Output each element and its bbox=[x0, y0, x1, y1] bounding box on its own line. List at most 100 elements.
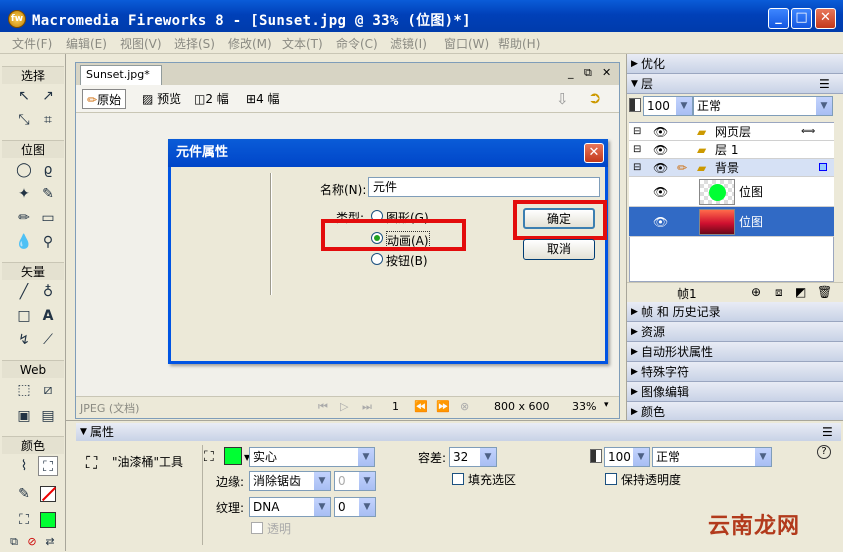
export-arrow-icon[interactable]: ⇩ bbox=[556, 90, 569, 108]
collapse-toggle-icon[interactable]: ⊟ bbox=[633, 123, 641, 141]
eye-visibility-icon[interactable]: 👁 bbox=[653, 213, 668, 231]
eye-visibility-icon[interactable]: 👁 bbox=[653, 141, 668, 159]
preserve-transparency-checkbox[interactable] bbox=[605, 473, 617, 485]
fireworks-app-icon[interactable]: fw bbox=[8, 10, 26, 28]
minimize-button[interactable]: _ bbox=[768, 8, 789, 29]
stop-icon[interactable]: ⊗ bbox=[460, 400, 469, 413]
cancel-button[interactable]: 取消 bbox=[523, 239, 595, 260]
lasso-tool-icon[interactable]: ϱ bbox=[38, 160, 58, 180]
maximize-button[interactable]: □ bbox=[791, 8, 812, 29]
prev-frame-icon[interactable]: ⏪ bbox=[414, 400, 428, 413]
help-icon[interactable]: ? bbox=[817, 445, 831, 459]
eye-visibility-icon[interactable]: 👁 bbox=[653, 123, 668, 141]
pointer-tool-icon[interactable]: ↖ bbox=[14, 86, 34, 106]
fill-color-icon[interactable]: ⛶ bbox=[14, 510, 34, 530]
layer-row-layer1[interactable]: ⊟ 👁 ▰ 层 1 bbox=[629, 141, 834, 159]
eye-visibility-icon[interactable]: 👁 bbox=[653, 183, 668, 201]
hotspot-tool-icon[interactable]: ⬚ bbox=[14, 380, 34, 400]
blend-mode-select[interactable]: 正常 ▼ bbox=[652, 447, 772, 467]
collapse-toggle-icon[interactable]: ⊟ bbox=[633, 159, 641, 177]
doc-minimize-icon[interactable]: _ bbox=[568, 66, 574, 79]
delete-layer-icon[interactable]: 🗑 bbox=[817, 285, 832, 299]
eyedropper-tool-icon[interactable]: ⌇ bbox=[14, 456, 34, 476]
tolerance-input[interactable]: 32 ▼ bbox=[449, 447, 497, 467]
document-tab[interactable]: Sunset.jpg* bbox=[80, 65, 162, 85]
default-colors-icon[interactable]: ⧉ bbox=[4, 532, 24, 552]
properties-panel-header[interactable]: ▼ 属性 ☰ bbox=[76, 423, 841, 441]
fill-color-swatch[interactable] bbox=[224, 447, 242, 465]
play-icon[interactable]: ▷ bbox=[340, 400, 348, 413]
text-tool-icon[interactable]: A bbox=[38, 306, 58, 326]
view-2up-button[interactable]: ◫2 幅 bbox=[192, 89, 229, 109]
auto-shape-properties-panel-header[interactable]: ▶ 自动形状属性 bbox=[627, 342, 843, 362]
opacity-input[interactable]: 100 ▼ bbox=[604, 447, 650, 467]
view-preview-button[interactable]: ▨ 预览 bbox=[140, 89, 181, 109]
pencil-tool-icon[interactable]: ✏ bbox=[14, 208, 34, 228]
rectangle-tool-icon[interactable]: □ bbox=[14, 306, 34, 326]
rubber-stamp-tool-icon[interactable]: ⚲ bbox=[38, 232, 58, 252]
blur-tool-icon[interactable]: 💧 bbox=[14, 232, 34, 252]
layer-blend-mode-select[interactable]: 正常 ▼ bbox=[693, 96, 833, 116]
eraser-tool-icon[interactable]: ▭ bbox=[38, 208, 58, 228]
first-frame-icon[interactable]: ⏮ bbox=[318, 400, 328, 414]
menu-select[interactable]: 选择(S) bbox=[174, 35, 215, 52]
marquee-tool-icon[interactable]: ◯ bbox=[14, 160, 34, 180]
menu-edit[interactable]: 编辑(E) bbox=[66, 35, 107, 52]
layer-row-background[interactable]: ⊟ 👁 ✏ ▰ 背景 bbox=[629, 159, 834, 177]
freeform-tool-icon[interactable]: ↯ bbox=[14, 330, 34, 350]
menu-commands[interactable]: 命令(C) bbox=[336, 35, 378, 52]
brush-tool-icon[interactable]: ✎ bbox=[38, 184, 58, 204]
object-row-circle-bitmap[interactable]: 👁 位图 bbox=[629, 177, 834, 207]
object-row-sunset-bitmap[interactable]: 👁 位图 bbox=[629, 207, 834, 237]
dialog-close-button[interactable]: ✕ bbox=[584, 143, 604, 163]
swap-colors-icon[interactable]: ⇄ bbox=[40, 532, 60, 552]
type-button-label[interactable]: 按钮(B) bbox=[386, 252, 428, 269]
menu-filters[interactable]: 滤镜(I) bbox=[390, 35, 427, 52]
frame-label[interactable]: 帧1 bbox=[677, 285, 697, 302]
texture-amount-input[interactable]: 0 ▼ bbox=[334, 497, 376, 517]
scale-tool-icon[interactable]: ⤡ bbox=[14, 110, 34, 130]
menu-window[interactable]: 窗口(W) bbox=[444, 35, 489, 52]
layer-row-web[interactable]: ⊟ 👁 ▰ 网页层 ⟺ bbox=[629, 123, 834, 141]
view-original-button[interactable]: ✏原始 bbox=[82, 89, 127, 109]
special-characters-panel-header[interactable]: ▶ 特殊字符 bbox=[627, 362, 843, 382]
fill-selection-label[interactable]: 填充选区 bbox=[468, 471, 516, 488]
magic-wand-tool-icon[interactable]: ✦ bbox=[14, 184, 34, 204]
pen-tool-icon[interactable]: ♁ bbox=[38, 282, 58, 302]
layer-opacity-dropdown[interactable]: ▼ bbox=[676, 96, 693, 116]
layers-panel-header[interactable]: ▼ 层 ☰ bbox=[627, 74, 843, 94]
fill-color-swatch[interactable] bbox=[40, 512, 56, 528]
add-mask-icon[interactable]: ◩ bbox=[795, 285, 806, 299]
image-editing-panel-header[interactable]: ▶ 图像编辑 bbox=[627, 382, 843, 402]
assets-panel-header[interactable]: ▶ 资源 bbox=[627, 322, 843, 342]
close-button[interactable]: ✕ bbox=[815, 8, 836, 29]
frames-history-panel-header[interactable]: ▶ 帧 和 历史记录 bbox=[627, 302, 843, 322]
panel-options-icon[interactable]: ☰ bbox=[819, 74, 830, 94]
view-4up-button[interactable]: ⊞4 幅 bbox=[244, 89, 280, 109]
menu-help[interactable]: 帮助(H) bbox=[498, 35, 540, 52]
menu-text[interactable]: 文本(T) bbox=[282, 35, 323, 52]
paint-bucket-tool-icon[interactable]: ⛶ bbox=[38, 456, 58, 476]
knife-tool-icon[interactable]: ⟋ bbox=[38, 330, 58, 350]
show-hotspots-icon[interactable]: ▤ bbox=[38, 406, 58, 426]
doc-restore-icon[interactable]: ⧉ bbox=[584, 66, 592, 80]
collapse-toggle-icon[interactable]: ⊟ bbox=[633, 141, 641, 159]
eye-visibility-icon[interactable]: 👁 bbox=[653, 159, 668, 177]
panel-options-icon[interactable]: ☰ bbox=[822, 423, 833, 441]
fill-selection-checkbox[interactable] bbox=[452, 473, 464, 485]
optimize-panel-header[interactable]: ▶ 优化 bbox=[627, 54, 843, 74]
hide-hotspots-icon[interactable]: ▣ bbox=[14, 406, 34, 426]
no-color-icon[interactable]: ⊘ bbox=[22, 532, 42, 552]
slice-tool-icon[interactable]: ⧄ bbox=[38, 380, 58, 400]
subselection-tool-icon[interactable]: ↗ bbox=[38, 86, 58, 106]
zoom-dropdown-icon[interactable]: ▾ bbox=[604, 400, 609, 410]
symbol-name-input[interactable]: 元件 bbox=[368, 177, 600, 197]
texture-select[interactable]: DNA ▼ bbox=[249, 497, 331, 517]
quick-export-icon[interactable]: ➲ bbox=[588, 88, 601, 107]
doc-close-icon[interactable]: ✕ bbox=[602, 66, 611, 79]
menu-file[interactable]: 文件(F) bbox=[12, 35, 52, 52]
new-bitmap-icon[interactable]: ⧈ bbox=[775, 285, 783, 300]
last-frame-icon[interactable]: ⏭ bbox=[362, 400, 372, 414]
fill-type-select[interactable]: 实心 ▼ bbox=[249, 447, 375, 467]
menu-view[interactable]: 视图(V) bbox=[120, 35, 162, 52]
